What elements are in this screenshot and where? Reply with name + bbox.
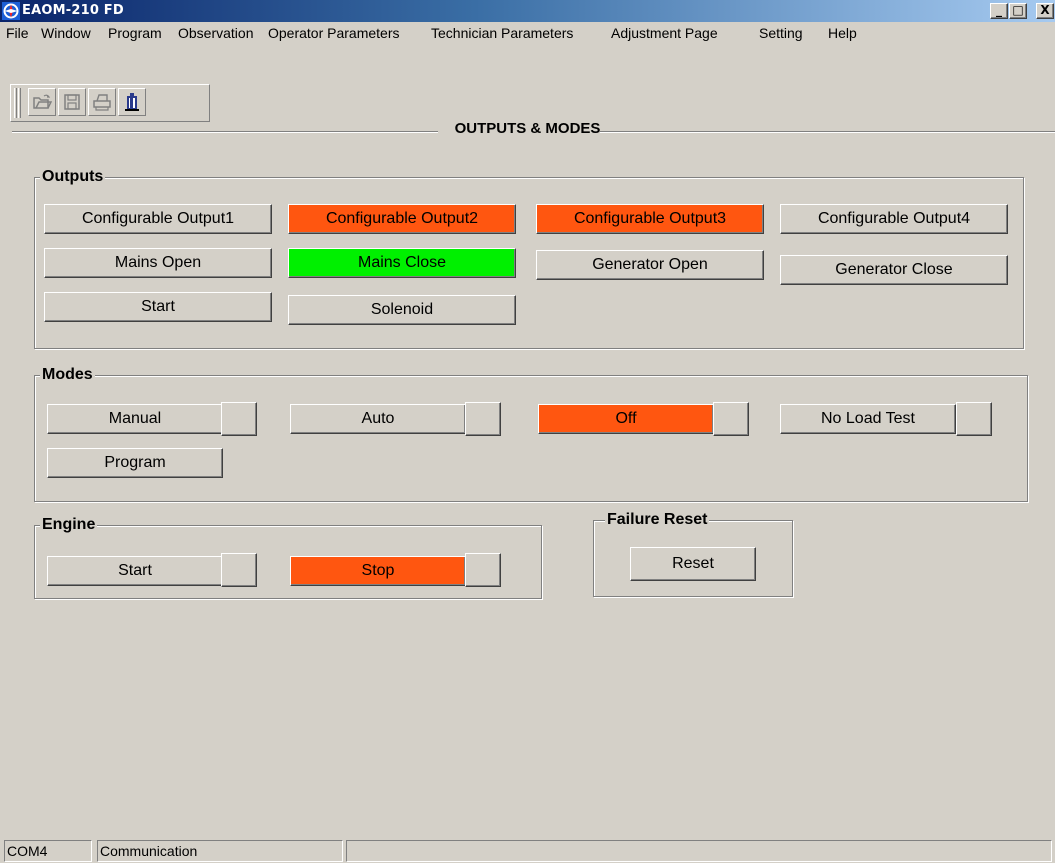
maximize-button[interactable]: □ [1009, 3, 1027, 19]
failure-reset-group-label: Failure Reset [605, 511, 710, 529]
title-bar[interactable]: EAOM-210 FD _ □ X [0, 0, 1055, 22]
save-disk-icon [64, 94, 80, 110]
menu-help[interactable]: Help [828, 25, 857, 41]
mains-open-button[interactable]: Mains Open [44, 248, 272, 278]
exit-door-icon [125, 93, 139, 111]
mains-close-button[interactable]: Mains Close [288, 248, 516, 278]
status-port: COM4 [4, 840, 92, 862]
modes-group-label: Modes [40, 366, 95, 384]
mode-auto-button[interactable]: Auto [290, 404, 466, 434]
modes-group [34, 375, 1028, 502]
menu-technician-parameters[interactable]: Technician Parameters [431, 25, 573, 41]
menu-operator-parameters[interactable]: Operator Parameters [268, 25, 400, 41]
exit-button[interactable] [118, 88, 146, 116]
mode-off-button[interactable]: Off [538, 404, 714, 434]
print-icon [93, 94, 111, 111]
output-start-button[interactable]: Start [44, 292, 272, 322]
menu-program[interactable]: Program [108, 25, 162, 41]
solenoid-button[interactable]: Solenoid [288, 295, 516, 325]
minimize-button[interactable]: _ [990, 3, 1008, 19]
mode-no-load-test-indicator[interactable] [956, 402, 992, 436]
configurable-output2-button[interactable]: Configurable Output2 [288, 204, 516, 234]
mode-program-button[interactable]: Program [47, 448, 223, 478]
mode-off-indicator[interactable] [713, 402, 749, 436]
engine-stop-button[interactable]: Stop [290, 556, 466, 586]
menu-file[interactable]: File [6, 25, 29, 41]
menu-adjustment-page[interactable]: Adjustment Page [611, 25, 718, 41]
mode-manual-button[interactable]: Manual [47, 404, 223, 434]
generator-close-button[interactable]: Generator Close [780, 255, 1008, 285]
close-button[interactable]: X [1036, 3, 1054, 19]
mode-no-load-test-button[interactable]: No Load Test [780, 404, 956, 434]
engine-stop-indicator[interactable] [465, 553, 501, 587]
print-button[interactable] [88, 88, 116, 116]
menu-setting[interactable]: Setting [759, 25, 803, 41]
mode-manual-indicator[interactable] [221, 402, 257, 436]
status-extra [346, 840, 1052, 862]
mode-auto-indicator[interactable] [465, 402, 501, 436]
page-title: OUTPUTS & MODES [454, 120, 601, 137]
engine-start-indicator[interactable] [221, 553, 257, 587]
outputs-group-label: Outputs [40, 168, 106, 186]
reset-button[interactable]: Reset [630, 547, 756, 581]
status-bar: COM4 Communication [0, 838, 1055, 863]
window-title: EAOM-210 FD [22, 3, 124, 18]
toolbar-grip[interactable] [14, 88, 17, 118]
app-window: EAOM-210 FD _ □ X File Window Program Ob… [0, 0, 1055, 863]
menu-window[interactable]: Window [41, 25, 91, 41]
configurable-output4-button[interactable]: Configurable Output4 [780, 204, 1008, 234]
menu-bar: File Window Program Observation Operator… [0, 22, 1055, 44]
menu-observation[interactable]: Observation [178, 25, 253, 41]
engine-group-label: Engine [40, 516, 98, 534]
open-button[interactable] [28, 88, 56, 116]
open-folder-icon [33, 94, 52, 109]
configurable-output1-button[interactable]: Configurable Output1 [44, 204, 272, 234]
engine-start-button[interactable]: Start [47, 556, 223, 586]
app-logo-icon [2, 2, 20, 20]
generator-open-button[interactable]: Generator Open [536, 250, 764, 280]
status-communication: Communication [97, 840, 343, 862]
save-button[interactable] [58, 88, 86, 116]
configurable-output3-button[interactable]: Configurable Output3 [536, 204, 764, 234]
toolbar-grip-2 [18, 88, 21, 118]
